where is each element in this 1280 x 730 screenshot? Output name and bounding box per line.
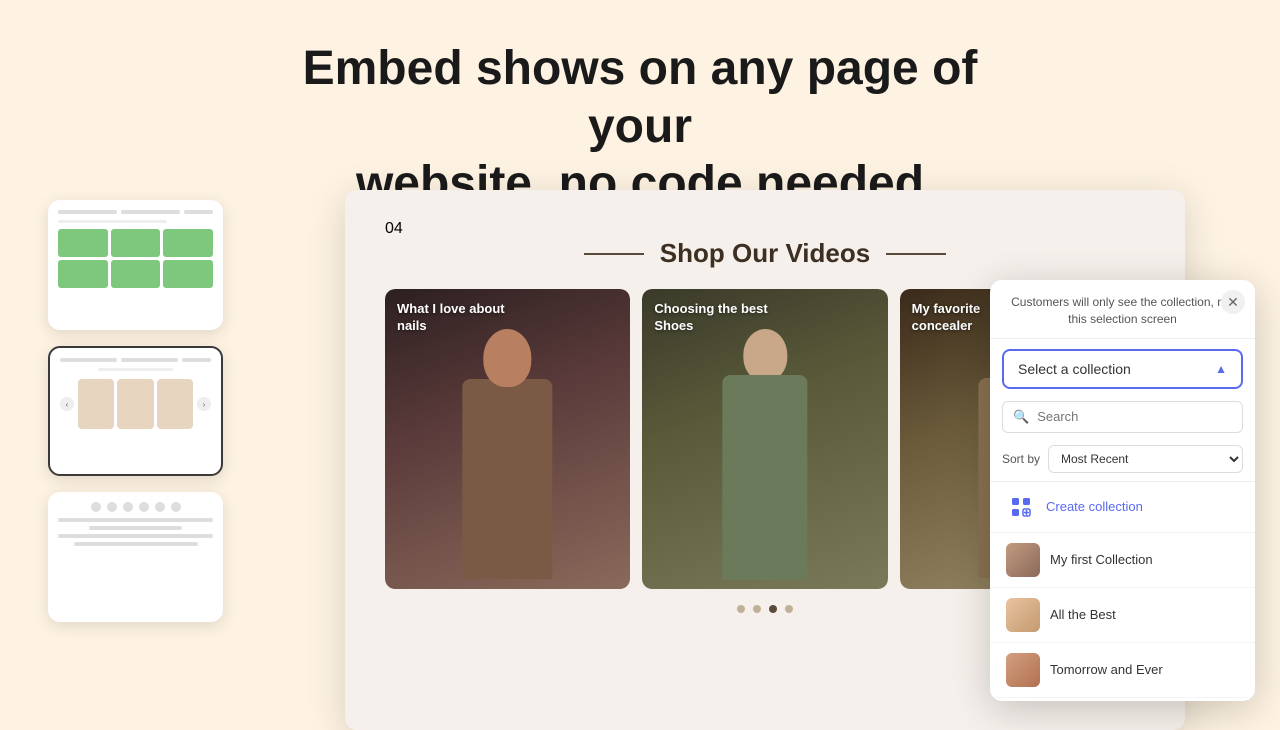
- grid-cell: [163, 260, 213, 288]
- sort-select[interactable]: Most Recent: [1048, 445, 1243, 473]
- pagination-dot-1[interactable]: [737, 605, 745, 613]
- collection-item-1[interactable]: My first Collection: [990, 533, 1255, 588]
- phone-line: [58, 210, 117, 214]
- grid-cell: [58, 229, 108, 257]
- dropdown-info-text: Customers will only see the collection, …: [990, 280, 1255, 339]
- phone-line: [60, 358, 117, 362]
- person-body-1: [453, 329, 563, 589]
- sort-section: Sort by Most Recent: [990, 439, 1255, 481]
- phone-dot: [107, 502, 117, 512]
- select-collection-area: Select a collection ▲: [990, 339, 1255, 395]
- phone-line: [182, 358, 211, 362]
- pagination-dot-2[interactable]: [753, 605, 761, 613]
- carousel-cards: [78, 379, 193, 429]
- phone-line: [121, 210, 180, 214]
- carousel-right-arrow: ›: [197, 397, 211, 411]
- phone-mockup-carousel[interactable]: ‹ ›: [48, 346, 223, 476]
- phone-mockup-dots[interactable]: [48, 492, 223, 622]
- person-torso-2: [722, 375, 807, 580]
- phone-lines-row: [58, 210, 213, 214]
- phone-text-line-short: [74, 542, 198, 546]
- create-collection-label: Create collection: [1046, 499, 1143, 514]
- phone-dot: [91, 502, 101, 512]
- video-card-1[interactable]: What I love about nails: [385, 289, 630, 589]
- collection-item-4[interactable]: Bringing together bags: [990, 698, 1255, 701]
- create-collection-item[interactable]: Create collection: [990, 482, 1255, 533]
- collection-thumbnail-2: [1006, 598, 1040, 632]
- carousel-left-arrow: ‹: [60, 397, 74, 411]
- collection-name-1: My first Collection: [1050, 552, 1153, 567]
- close-button[interactable]: ✕: [1221, 290, 1245, 314]
- phone-text-line-short: [89, 526, 182, 530]
- search-box[interactable]: 🔍: [1002, 401, 1243, 433]
- phone-grid-layout: [58, 229, 213, 288]
- phone-text-line: [58, 518, 213, 522]
- phone-line: [121, 358, 178, 362]
- collection-name-3: Tomorrow and Ever: [1050, 662, 1163, 677]
- search-icon: 🔍: [1013, 409, 1029, 425]
- collection-name-2: All the Best: [1050, 607, 1116, 622]
- collection-thumbnail-3: [1006, 653, 1040, 687]
- person-body-2: [710, 329, 820, 589]
- phone-dot: [155, 502, 165, 512]
- video-card-label-2: Choosing the best Shoes: [654, 301, 774, 335]
- header-line-right: [886, 253, 946, 255]
- phone-dot: [139, 502, 149, 512]
- collection-list: Create collection My first Collection Al…: [990, 481, 1255, 701]
- collection-item-3[interactable]: Tomorrow and Ever: [990, 643, 1255, 698]
- pagination-dot-4[interactable]: [785, 605, 793, 613]
- select-collection-box[interactable]: Select a collection ▲: [1002, 349, 1243, 389]
- shop-videos-header: Shop Our Videos: [385, 238, 1145, 269]
- shop-videos-title: Shop Our Videos: [660, 238, 870, 269]
- phone-line: [184, 210, 213, 214]
- carousel-card: [117, 379, 153, 429]
- person-figure-2: [642, 329, 887, 589]
- sort-label: Sort by: [1002, 452, 1040, 466]
- select-collection-label: Select a collection: [1018, 361, 1131, 377]
- info-text-label: Customers will only see the collection, …: [1011, 295, 1234, 326]
- phone-line-center: [98, 368, 174, 371]
- phone-line-short: [58, 220, 167, 223]
- phone-text-line: [58, 534, 213, 538]
- phone-text-lines: [58, 518, 213, 546]
- phone-dots-row: [58, 502, 213, 512]
- phone-dot: [171, 502, 181, 512]
- phone-dot: [123, 502, 133, 512]
- video-card-2[interactable]: Choosing the best Shoes: [642, 289, 887, 589]
- plus-grid-icon: [1011, 497, 1031, 517]
- person-figure-1: [385, 329, 630, 589]
- person-head-2: [743, 329, 787, 381]
- collection-dropdown-popup: Customers will only see the collection, …: [990, 280, 1255, 701]
- chevron-up-icon: ▲: [1215, 362, 1227, 376]
- collection-item-2[interactable]: All the Best: [990, 588, 1255, 643]
- pagination-dot-3[interactable]: [769, 605, 777, 613]
- person-torso-1: [463, 379, 553, 579]
- video-card-label-1: What I love about nails: [397, 301, 517, 335]
- carousel-card: [78, 379, 114, 429]
- phone-carousel-layout: ‹ ›: [60, 379, 211, 429]
- background-number: 04: [385, 220, 1145, 238]
- create-collection-icon: [1006, 492, 1036, 522]
- phone-mockup-grid[interactable]: [48, 200, 223, 330]
- grid-cell: [111, 229, 161, 257]
- page-title: Embed shows on any page of your website,…: [290, 40, 990, 213]
- search-input[interactable]: [1037, 409, 1232, 424]
- grid-cell: [58, 260, 108, 288]
- collection-thumbnail-1: [1006, 543, 1040, 577]
- grid-cell: [163, 229, 213, 257]
- person-head-1: [484, 329, 532, 387]
- sidebar-phones: ‹ ›: [48, 200, 223, 622]
- header-line-left: [584, 253, 644, 255]
- grid-cell: [111, 260, 161, 288]
- phone-lines-row: [60, 358, 211, 362]
- carousel-card: [157, 379, 193, 429]
